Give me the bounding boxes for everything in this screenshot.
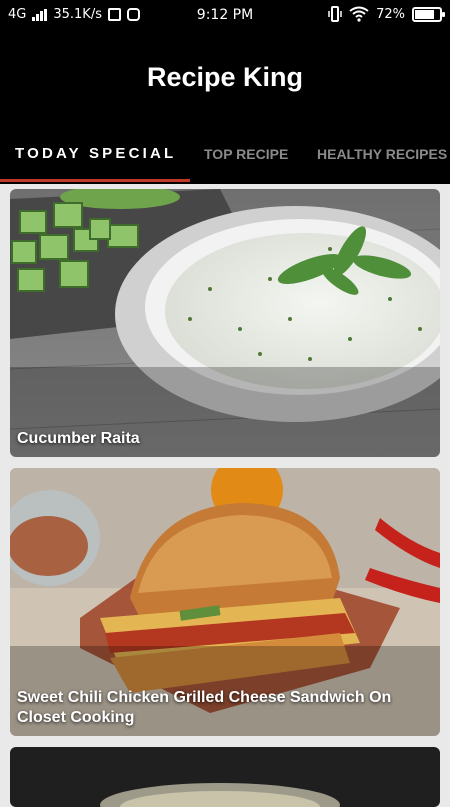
active-tab-indicator — [0, 179, 190, 182]
tab-healthy-recipes[interactable]: HEALTHY RECIPES — [317, 140, 447, 184]
recipe-card[interactable] — [10, 747, 440, 807]
status-bar: 4G 35.1K/s 9:12 PM 72% — [0, 0, 450, 32]
battery-icon — [412, 6, 445, 22]
recipe-image — [10, 189, 440, 457]
app-title: Recipe King — [146, 62, 304, 92]
app-bar: Recipe King TODAY SPECIAL TOP RECIPE HEA… — [0, 32, 450, 184]
tab-top-recipe[interactable]: TOP RECIPE — [204, 140, 288, 184]
tab-today-special[interactable]: TODAY SPECIAL — [15, 140, 176, 184]
recipe-image — [10, 747, 440, 807]
vibrate-icon — [328, 6, 342, 22]
battery-fill — [415, 9, 434, 19]
battery-percent: 72% — [376, 6, 405, 22]
recipe-card[interactable]: Cucumber Raita — [10, 189, 440, 457]
recipe-title: Sweet Chili Chicken Grilled Cheese Sandw… — [17, 689, 392, 726]
wifi-icon — [349, 6, 369, 22]
recipe-title: Cucumber Raita — [17, 430, 140, 447]
tab-bar: TODAY SPECIAL TOP RECIPE HEALTHY RECIPES — [0, 140, 450, 184]
recipe-card[interactable]: Sweet Chili Chicken Grilled Cheese Sandw… — [10, 468, 440, 736]
